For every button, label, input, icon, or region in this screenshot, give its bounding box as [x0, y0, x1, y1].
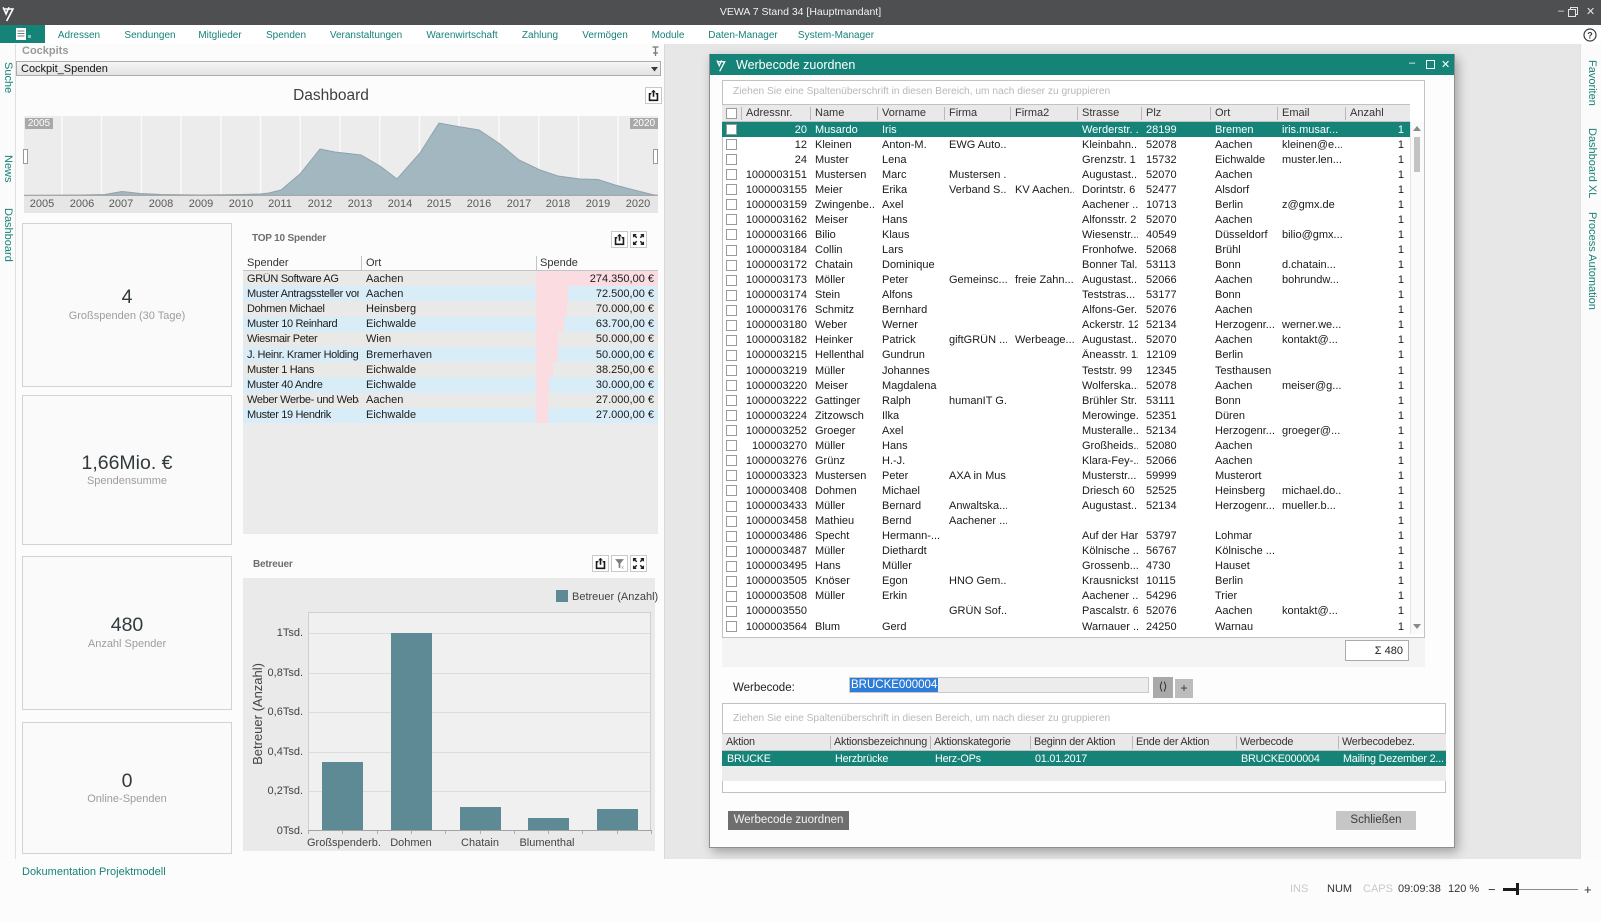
svg-text:x: x	[621, 565, 624, 571]
svg-text:?: ?	[1587, 31, 1593, 41]
